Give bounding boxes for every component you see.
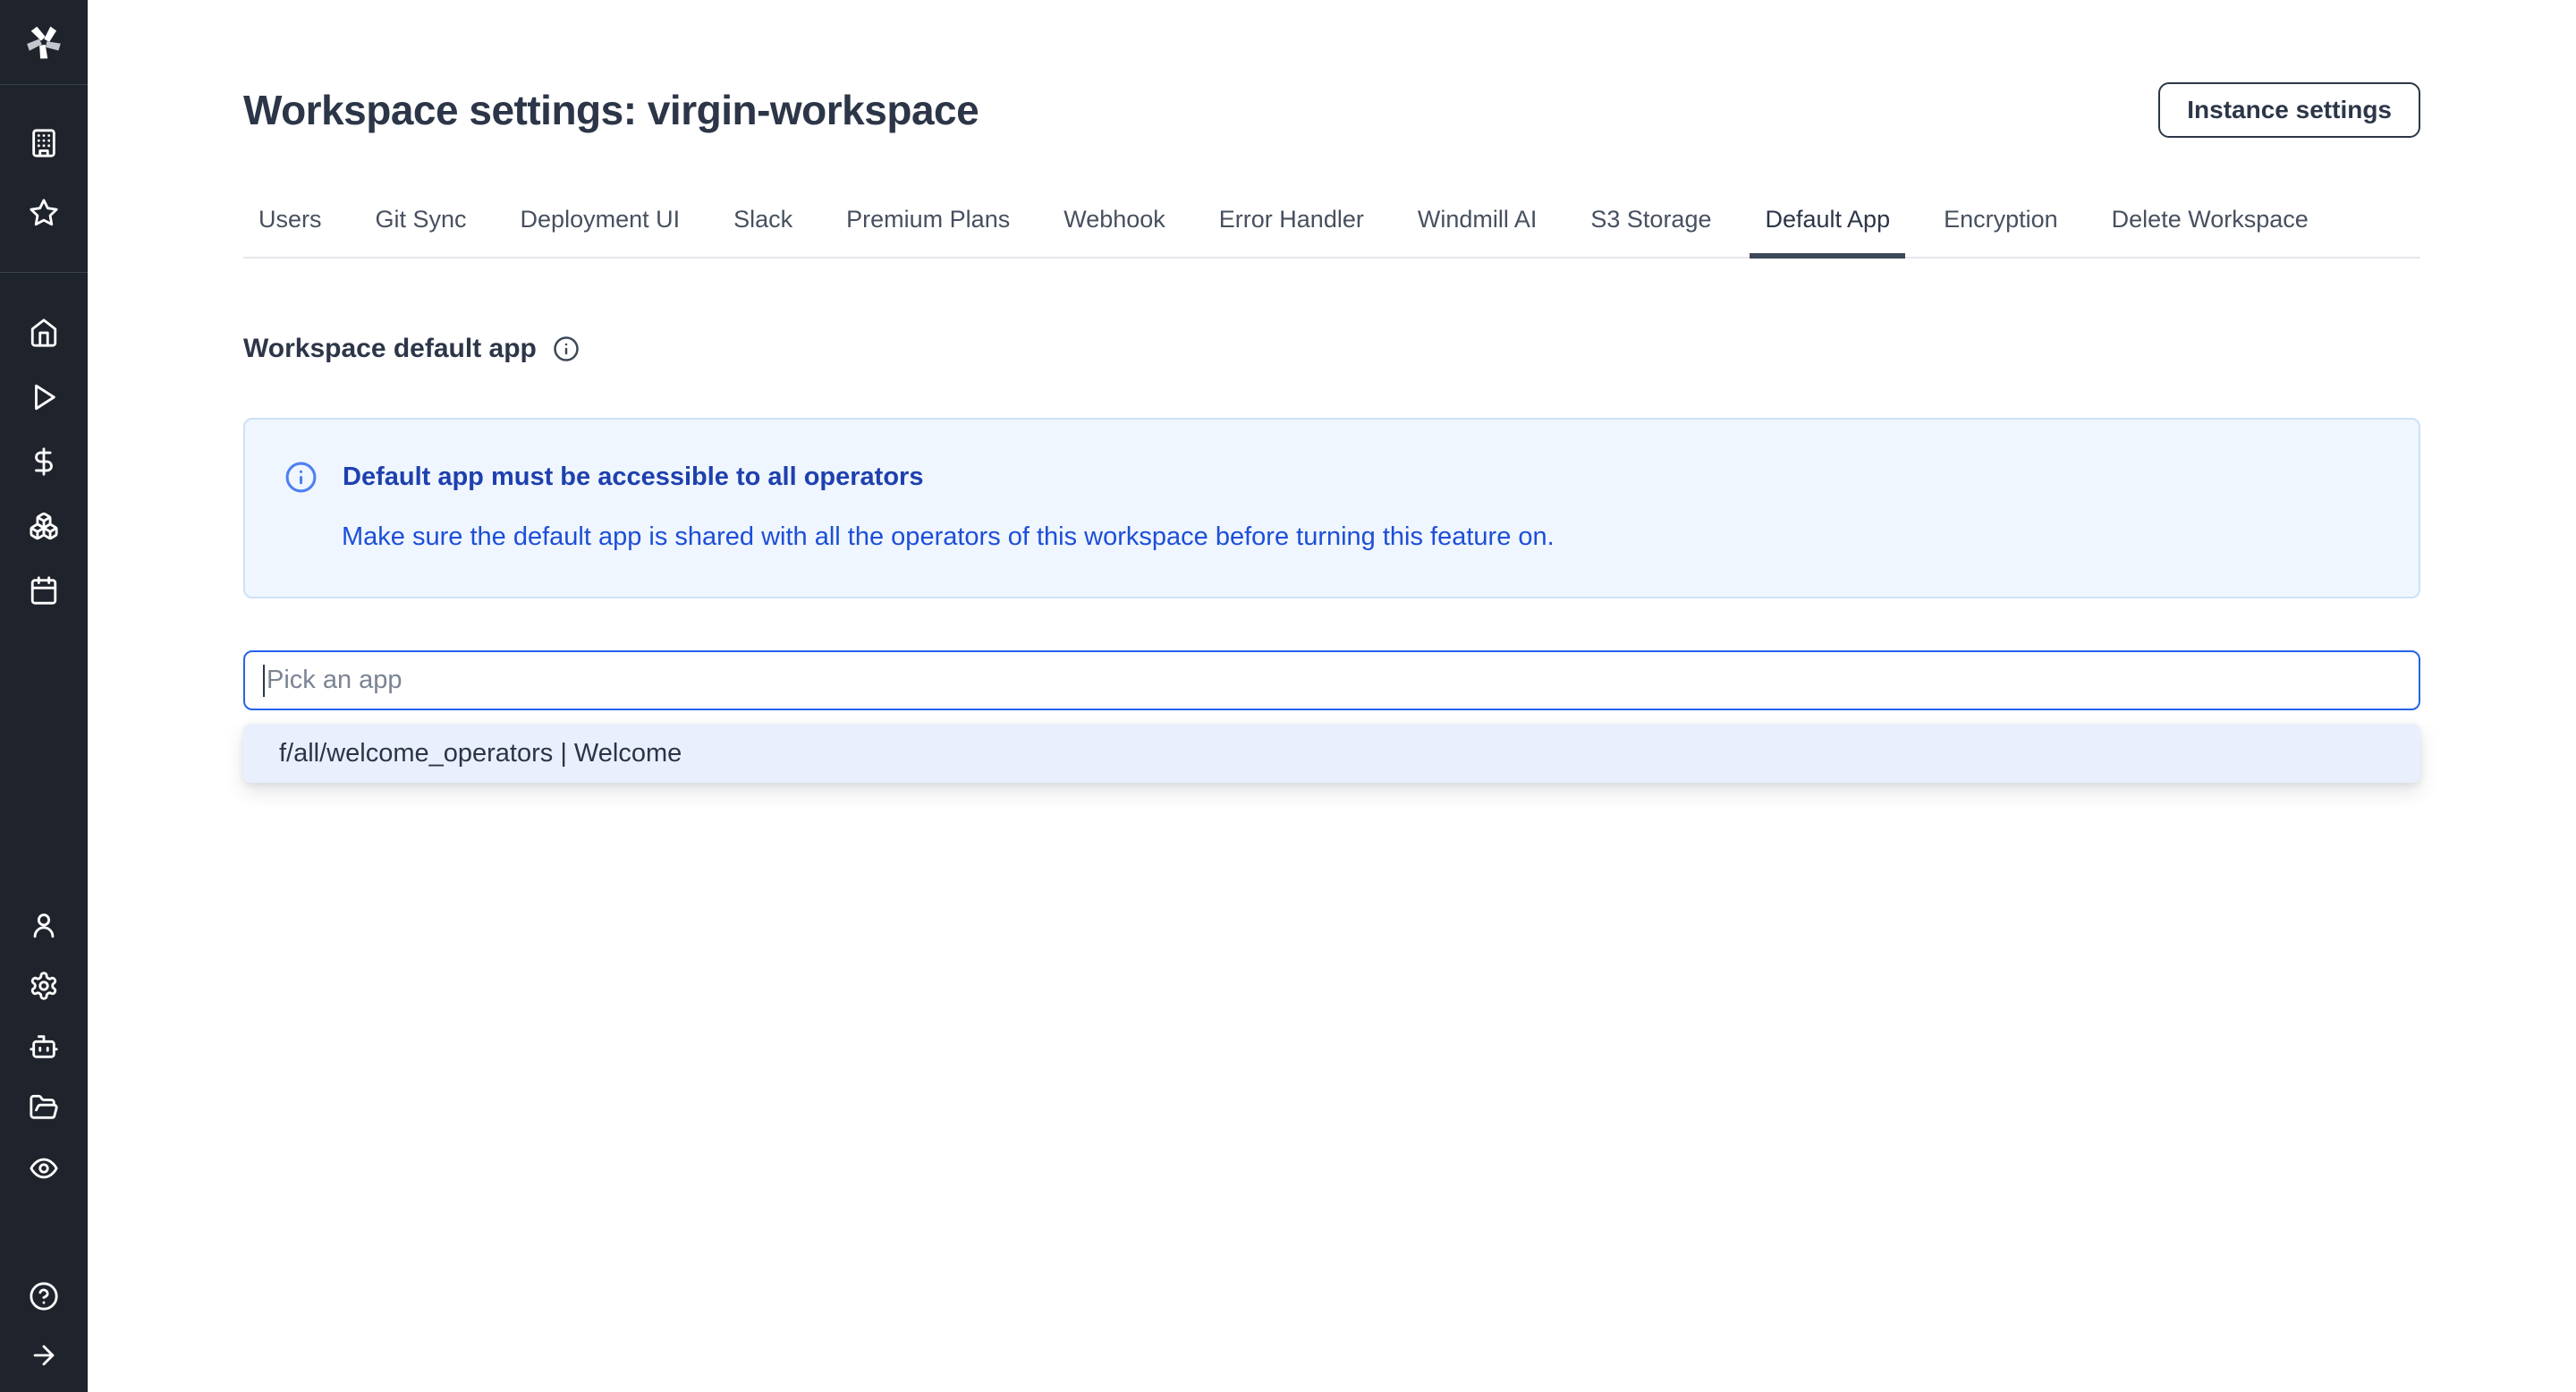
windmill-logo[interactable] [0, 0, 88, 84]
sidebar-item-workspace[interactable] [0, 112, 88, 174]
eye-icon [29, 1153, 59, 1184]
page-title: Workspace settings: virgin-workspace [243, 86, 979, 134]
sidebar-item-audit-logs[interactable] [0, 1138, 88, 1199]
sidebar-item-runs[interactable] [0, 365, 88, 429]
boxes-icon [29, 511, 59, 541]
star-icon [29, 198, 59, 228]
alert-title: Default app must be accessible to all op… [343, 463, 923, 492]
sidebar-item-resources[interactable] [0, 494, 88, 558]
user-icon [29, 910, 59, 940]
tab-delete-workspace[interactable]: Delete Workspace [2097, 195, 2324, 259]
tab-slack[interactable]: Slack [718, 195, 808, 259]
sidebar-spacer [0, 623, 88, 895]
info-alert-header: Default app must be accessible to all op… [284, 461, 2383, 494]
calendar-icon [29, 575, 59, 606]
tab-premium-plans[interactable]: Premium Plans [831, 195, 1025, 259]
sidebar-divider [0, 272, 88, 273]
info-circle-icon[interactable] [553, 335, 580, 362]
windmill-pinwheel-logo-icon [24, 22, 64, 62]
sidebar-item-folders[interactable] [0, 1077, 88, 1138]
arrow-right-icon [29, 1340, 59, 1371]
dropdown-option[interactable]: f/all/welcome_operators | Welcome [243, 724, 2420, 783]
robot-icon [29, 1031, 59, 1062]
sidebar-item-home[interactable] [0, 301, 88, 365]
section-header: Workspace default app [243, 334, 2420, 364]
building-icon [29, 128, 59, 158]
app-picker [243, 650, 2420, 710]
tab-error-handler[interactable]: Error Handler [1204, 195, 1379, 259]
sidebar-item-help[interactable] [0, 1267, 88, 1326]
tab-default-app[interactable]: Default App [1750, 195, 1905, 259]
dollar-icon [29, 446, 59, 477]
sidebar-item-workers[interactable] [0, 1016, 88, 1077]
alert-body: Make sure the default app is shared with… [342, 522, 2383, 552]
instance-settings-button[interactable]: Instance settings [2158, 82, 2420, 138]
sidebar-item-settings[interactable] [0, 955, 88, 1016]
sidebar-item-variables[interactable] [0, 429, 88, 494]
home-icon [29, 318, 59, 348]
sidebar-bottom-group [0, 1267, 88, 1385]
sidebar-item-expand[interactable] [0, 1326, 88, 1385]
settings-tab-bar: Users Git Sync Deployment UI Slack Premi… [243, 195, 2420, 259]
info-alert: Default app must be accessible to all op… [243, 418, 2420, 598]
tab-git-sync[interactable]: Git Sync [360, 195, 482, 259]
tab-encryption[interactable]: Encryption [1928, 195, 2073, 259]
folder-open-icon [29, 1092, 59, 1123]
tab-s3-storage[interactable]: S3 Storage [1575, 195, 1726, 259]
sidebar-item-favorites[interactable] [0, 182, 88, 244]
sidebar-admin-group [0, 895, 88, 1199]
app-picker-input[interactable] [243, 650, 2420, 710]
tab-users[interactable]: Users [243, 195, 337, 259]
tab-windmill-ai[interactable]: Windmill AI [1402, 195, 1553, 259]
main-content: Workspace settings: virgin-workspace Ins… [88, 82, 2576, 783]
tab-webhook[interactable]: Webhook [1048, 195, 1181, 259]
app-picker-dropdown: f/all/welcome_operators | Welcome [243, 724, 2420, 783]
sidebar-workspace-group [0, 85, 88, 272]
sidebar-main-nav [0, 301, 88, 623]
sidebar-item-schedules[interactable] [0, 558, 88, 623]
play-icon [29, 382, 59, 412]
tab-deployment-ui[interactable]: Deployment UI [505, 195, 696, 259]
sidebar-item-users[interactable] [0, 895, 88, 955]
text-caret [263, 665, 265, 697]
gear-icon [29, 971, 59, 1001]
page-header: Workspace settings: virgin-workspace Ins… [243, 82, 2420, 138]
sidebar [0, 0, 88, 1392]
section-title: Workspace default app [243, 334, 537, 364]
help-circle-icon [29, 1281, 59, 1311]
info-circle-icon [284, 461, 318, 494]
